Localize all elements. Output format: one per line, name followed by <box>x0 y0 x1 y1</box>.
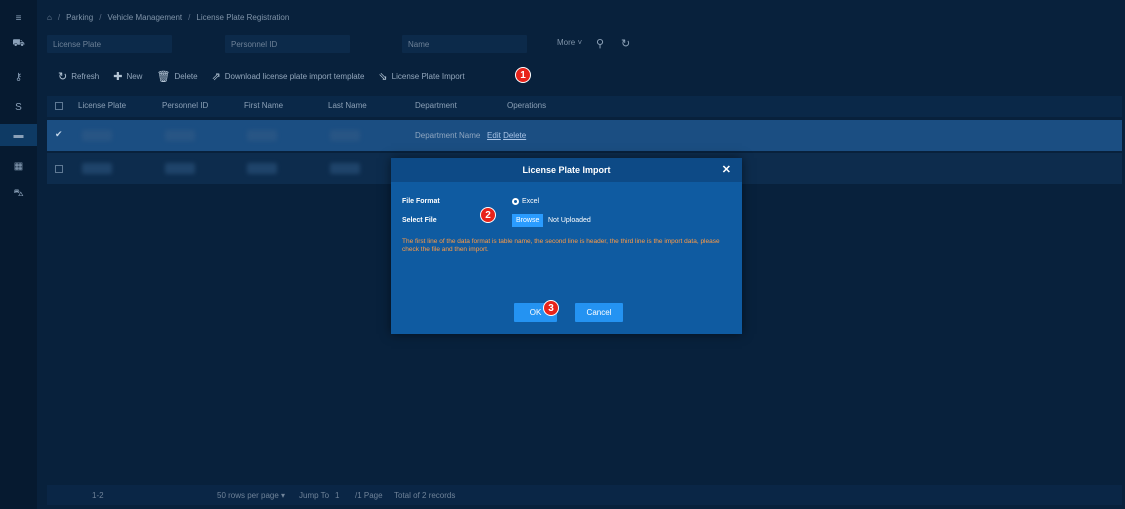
key-icon[interactable]: ⚷ <box>0 66 37 88</box>
col-operations: Operations <box>507 101 547 110</box>
download-template-button[interactable]: ⇗ Download license plate import template <box>212 70 365 83</box>
pagination-bar: 1-2 50 rows per page ▾ Jump To 1 /1 Page… <box>47 485 1122 505</box>
first-name-cell <box>247 130 277 141</box>
select-all-checkbox[interactable] <box>55 102 63 110</box>
select-file-label: Select File <box>402 217 437 224</box>
import-icon: ⇘ <box>378 70 388 83</box>
personnel-id-cell <box>165 130 195 141</box>
col-department[interactable]: Department <box>415 101 457 110</box>
export-icon: ⇗ <box>211 70 221 83</box>
new-button[interactable]: ✚ New <box>113 70 142 83</box>
dialog-title: License Plate Import <box>522 165 611 175</box>
row-checkbox[interactable] <box>55 165 63 173</box>
trash-icon: 🗑 <box>156 70 171 83</box>
left-icon-rail: ≡ ⛟ ⚷ S ▬ ▦ ⛍ <box>0 0 37 509</box>
total-records: Total of 2 records <box>394 491 456 500</box>
license-plate-import-button[interactable]: ⇘ License Plate Import <box>378 70 464 83</box>
plus-icon: ✚ <box>113 70 123 83</box>
breadcrumb-vehicle-management[interactable]: Vehicle Management <box>107 13 182 22</box>
last-name-cell <box>330 163 360 174</box>
dialog-header: License Plate Import ✕ <box>391 158 742 182</box>
col-first-name[interactable]: First Name <box>244 101 283 110</box>
reset-icon[interactable]: ↻ <box>621 37 630 50</box>
breadcrumb: ⌂ / Parking / Vehicle Management / Licen… <box>47 12 290 22</box>
import-format-warning: The first line of the data format is tab… <box>402 238 720 253</box>
jump-to-input[interactable]: 1 <box>335 491 339 500</box>
table-row[interactable]: ✔ Department Name Edit Delete <box>47 120 1122 151</box>
personnel-id-cell <box>165 163 195 174</box>
edit-link[interactable]: Edit <box>487 131 501 140</box>
parking-icon[interactable]: ⛟ <box>0 33 37 55</box>
row-checkbox-checked[interactable]: ✔ <box>55 129 63 139</box>
first-name-cell <box>247 163 277 174</box>
menu-icon[interactable]: ≡ <box>0 7 37 29</box>
name-filter[interactable]: Name <box>402 35 527 53</box>
radio-selected-icon <box>512 198 519 205</box>
refresh-button[interactable]: ↻ Refresh <box>58 70 99 83</box>
rows-per-page-select[interactable]: 50 rows per page ▾ <box>217 491 285 500</box>
report-icon[interactable]: ▦ <box>0 155 37 177</box>
col-personnel-id[interactable]: Personnel ID <box>162 101 208 110</box>
personnel-id-filter[interactable]: Personnel ID <box>225 35 350 53</box>
search-icon[interactable]: ⚲ <box>596 37 604 50</box>
delete-link[interactable]: Delete <box>503 131 526 140</box>
cancel-button[interactable]: Cancel <box>575 303 623 322</box>
page-range: 1-2 <box>92 491 104 500</box>
breadcrumb-parking[interactable]: Parking <box>66 13 93 22</box>
refresh-icon: ↻ <box>58 70 68 83</box>
page-count: /1 Page <box>355 491 383 500</box>
more-filters-button[interactable]: More ˅ <box>557 38 582 47</box>
excel-radio[interactable]: Excel <box>512 198 539 205</box>
col-last-name[interactable]: Last Name <box>328 101 367 110</box>
step-badge-2: 2 <box>480 207 496 223</box>
home-icon[interactable]: ⌂ <box>47 13 52 22</box>
close-icon[interactable]: ✕ <box>722 163 731 176</box>
step-badge-1: 1 <box>515 67 531 83</box>
license-plate-cell <box>82 130 112 141</box>
vehicle-icon[interactable]: ▬ <box>0 124 37 146</box>
browse-button[interactable]: Browse <box>512 214 544 227</box>
s-icon[interactable]: S <box>0 96 37 118</box>
step-badge-3: 3 <box>543 300 559 316</box>
license-plate-filter[interactable]: License Plate <box>47 35 172 53</box>
license-plate-import-dialog: License Plate Import ✕ File Format Excel… <box>391 158 742 334</box>
row-department-and-ops: Department Name Edit Delete <box>415 131 527 140</box>
col-license-plate[interactable]: License Plate <box>78 101 126 110</box>
last-name-cell <box>330 130 360 141</box>
breadcrumb-license-plate-registration: License Plate Registration <box>196 12 290 22</box>
upload-status: Not Uploaded <box>548 217 591 224</box>
filter-bar: License Plate Personnel ID Name More ˅ ⚲… <box>47 35 1117 53</box>
car-icon[interactable]: ⛍ <box>0 183 37 205</box>
toolbar: ↻ Refresh ✚ New 🗑 Delete ⇗ Download lice… <box>58 68 465 84</box>
license-plate-cell <box>82 163 112 174</box>
file-format-label: File Format <box>402 198 440 205</box>
table-header: License Plate Personnel ID First Name La… <box>47 96 1122 117</box>
jump-to-label: Jump To <box>299 491 330 500</box>
delete-button[interactable]: 🗑 Delete <box>156 70 197 83</box>
